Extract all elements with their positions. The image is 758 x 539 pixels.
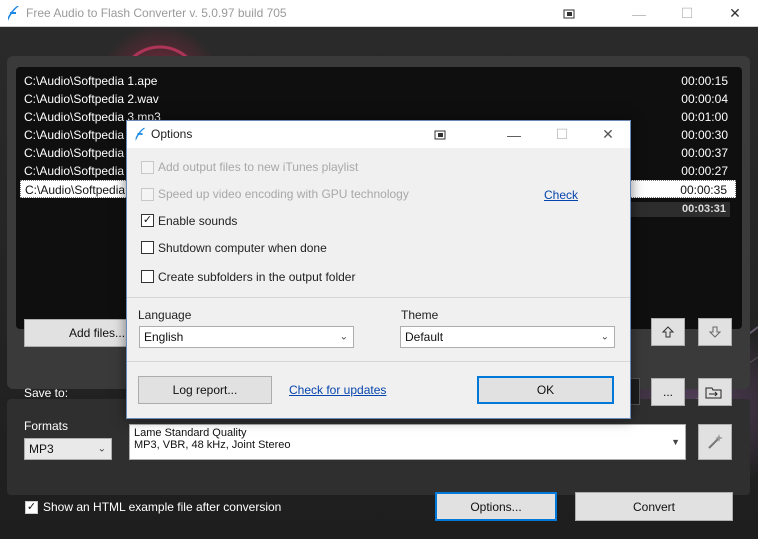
subfolders-checkbox[interactable]	[141, 270, 154, 283]
shutdown-checkbox[interactable]	[141, 241, 154, 254]
preset-details: MP3, VBR, 48 kHz, Joint Stereo	[134, 439, 291, 451]
app-logo-icon	[8, 6, 19, 21]
file-duration: 00:00:04	[681, 92, 728, 106]
list-item[interactable]: C:\Audio\Softpedia 2.wav 00:00:04	[20, 90, 736, 108]
file-path: C:\Audio\Softpedia 2.wav	[24, 92, 159, 106]
check-gpu-link[interactable]: Check	[544, 188, 578, 202]
theme-select[interactable]: Default ⌄	[400, 326, 615, 348]
magic-wand-icon	[708, 434, 723, 449]
maximize-button[interactable]: ☐	[664, 0, 710, 27]
enable-sounds-label: Enable sounds	[158, 214, 238, 228]
app-logo-icon	[135, 127, 146, 141]
minimize-button[interactable]: —	[616, 0, 662, 27]
theme-label: Theme	[401, 308, 439, 322]
itunes-checkbox[interactable]	[141, 161, 154, 174]
snap-layout-button[interactable]	[546, 0, 592, 27]
title-bar: Free Audio to Flash Converter v. 5.0.97 …	[0, 0, 758, 27]
chevron-down-icon: ⌄	[97, 443, 106, 455]
preset-name: Lame Standard Quality	[134, 427, 247, 439]
close-icon: ✕	[729, 5, 741, 21]
dialog-maximize-button[interactable]: ☐	[539, 121, 585, 148]
divider	[127, 297, 630, 298]
down-arrow-icon	[709, 326, 721, 338]
file-duration: 00:00:35	[680, 183, 727, 197]
up-arrow-icon	[662, 326, 674, 338]
options-button[interactable]: Options...	[435, 492, 557, 521]
dialog-title-bar: Options — ☐ ✕	[127, 121, 630, 148]
language-select[interactable]: English ⌄	[139, 326, 354, 348]
file-duration: 00:00:30	[681, 128, 728, 142]
chevron-down-icon: ⌄	[339, 331, 348, 343]
maximize-icon: ☐	[680, 5, 694, 21]
file-path: C:\Audio\Softpedia 1.ape	[24, 74, 158, 88]
format-select[interactable]: MP3 ⌄	[24, 438, 112, 460]
close-button[interactable]: ✕	[712, 0, 758, 27]
gpu-option-label: Speed up video encoding with GPU technol…	[158, 187, 409, 201]
save-to-label: Save to:	[24, 386, 69, 400]
file-duration: 00:00:37	[681, 146, 728, 160]
add-files-button[interactable]: Add files...	[24, 319, 134, 347]
options-dialog: Options — ☐ ✕ Add output files to new iT…	[126, 120, 631, 419]
divider	[127, 361, 630, 362]
dialog-title: Options	[151, 127, 193, 141]
file-duration: 00:00:15	[681, 74, 728, 88]
file-duration: 00:00:27	[681, 164, 728, 178]
preset-select[interactable]: Lame Standard Quality MP3, VBR, 48 kHz, …	[129, 424, 686, 460]
minimize-icon: —	[507, 126, 521, 143]
maximize-icon: ☐	[555, 126, 569, 142]
snap-icon	[563, 9, 575, 18]
dropdown-arrow-icon: ▼	[671, 437, 680, 447]
window-title: Free Audio to Flash Converter v. 5.0.97 …	[26, 6, 287, 20]
enable-sounds-checkbox[interactable]: ✓	[141, 214, 154, 227]
move-up-button[interactable]	[651, 318, 685, 346]
total-duration: 00:03:31	[630, 202, 730, 217]
formats-label: Formats	[24, 419, 69, 433]
file-path: C:\Audio\Softpedia	[24, 164, 125, 178]
file-path: C:\Audio\Softpedia	[25, 183, 126, 197]
show-html-checkbox[interactable]: ✓	[25, 501, 38, 514]
language-label: Language	[138, 308, 192, 322]
format-value: MP3	[29, 442, 54, 456]
gpu-checkbox[interactable]	[141, 188, 154, 201]
itunes-option-label: Add output files to new iTunes playlist	[158, 160, 359, 174]
dialog-snap-button[interactable]	[417, 121, 463, 148]
convert-button[interactable]: Convert	[575, 492, 733, 521]
check-updates-link[interactable]: Check for updates	[289, 383, 386, 397]
browse-button[interactable]: ...	[651, 378, 685, 406]
open-folder-icon	[705, 387, 722, 399]
dialog-close-button[interactable]: ✕	[585, 121, 631, 148]
ok-button[interactable]: OK	[477, 376, 614, 404]
chevron-down-icon: ⌄	[600, 331, 609, 343]
preset-wizard-button[interactable]	[698, 424, 732, 460]
theme-value: Default	[405, 330, 444, 344]
close-icon: ✕	[602, 126, 614, 142]
snap-icon	[434, 130, 446, 139]
show-html-label: Show an HTML example file after conversi…	[43, 500, 282, 514]
minimize-icon: —	[632, 5, 646, 22]
file-path: C:\Audio\Softpedia	[24, 146, 125, 160]
file-duration: 00:01:00	[681, 110, 728, 124]
log-report-button[interactable]: Log report...	[138, 376, 272, 404]
subfolders-label: Create subfolders in the output folder	[158, 270, 356, 284]
list-item[interactable]: C:\Audio\Softpedia 1.ape 00:00:15	[20, 72, 736, 90]
dialog-minimize-button[interactable]: —	[491, 121, 537, 148]
move-down-button[interactable]	[698, 318, 732, 346]
language-value: English	[144, 330, 184, 344]
open-folder-button[interactable]	[698, 378, 732, 406]
shutdown-label: Shutdown computer when done	[158, 241, 327, 255]
